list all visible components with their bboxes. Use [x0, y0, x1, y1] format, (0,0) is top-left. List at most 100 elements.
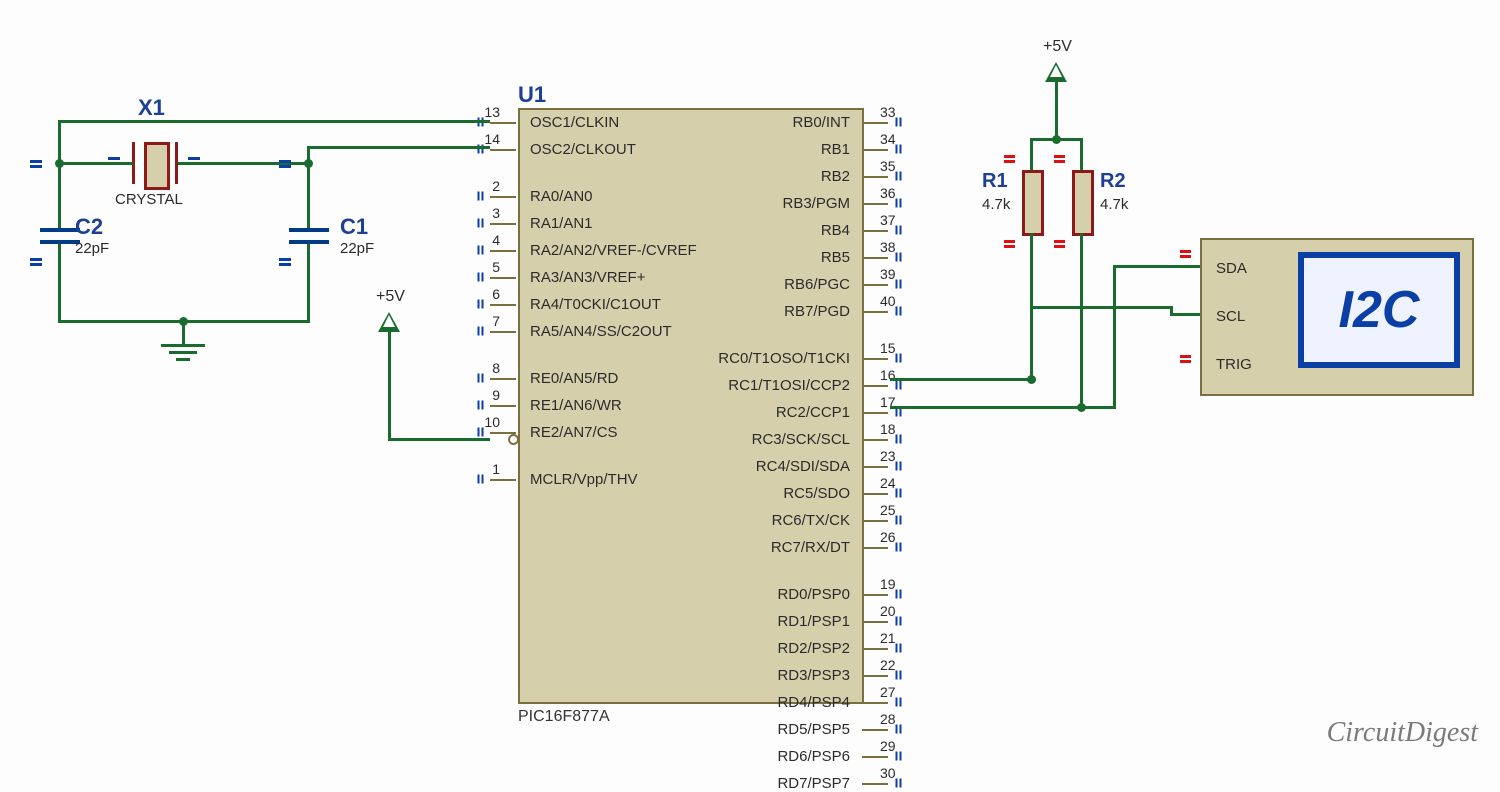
pin-label: RD3/PSP3	[650, 667, 850, 684]
pin-number: 3	[470, 205, 500, 221]
pin-stub	[862, 648, 888, 650]
pin-number: 25	[880, 502, 896, 518]
pin-stub	[862, 520, 888, 522]
schematic-canvas: U1 PIC16F877A 13OSC1/CLKIN14OSC2/CLKOUT2…	[0, 0, 1500, 759]
pin-number: 28	[880, 711, 896, 727]
pin-number: 5	[470, 259, 500, 275]
wire	[1113, 265, 1200, 268]
i2c-pin-scl: SCL	[1216, 308, 1245, 325]
pin-stub	[862, 621, 888, 623]
cap-c1-plate-top	[289, 228, 329, 232]
pin-stub	[862, 756, 888, 758]
pin-label: RA1/AN1	[530, 215, 593, 232]
pin-stub	[490, 223, 516, 225]
pin-label: RA4/T0CKI/C1OUT	[530, 296, 661, 313]
c1-value: 22pF	[340, 240, 374, 257]
pin-number: 34	[880, 131, 896, 147]
ground-symbol	[161, 344, 205, 361]
c2-value: 22pF	[75, 240, 109, 257]
pin-number: 37	[880, 212, 896, 228]
pin-stub	[862, 230, 888, 232]
junction-node	[55, 159, 64, 168]
wire	[58, 120, 61, 164]
pin-number: 27	[880, 684, 896, 700]
r1-val: 4.7k	[982, 196, 1010, 213]
pin-label: RB6/PGC	[650, 276, 850, 293]
pin-stub	[490, 250, 516, 252]
pin-label: RE0/AN5/RD	[530, 370, 618, 387]
ic-part-number: PIC16F877A	[518, 708, 610, 726]
ic-ref-label: U1	[518, 82, 546, 108]
crystal-ref: X1	[138, 95, 165, 121]
pin-label: RC6/TX/CK	[650, 512, 850, 529]
crystal-body	[144, 142, 170, 190]
pin-stub	[490, 122, 516, 124]
crystal-value: CRYSTAL	[115, 191, 183, 208]
power-arrow-icon	[378, 312, 400, 332]
i2c-module: SDA SCL TRIG I2C	[1200, 238, 1474, 396]
wire	[58, 162, 61, 228]
watermark: CircuitDigest	[1327, 717, 1478, 749]
pin-number: 21	[880, 630, 896, 646]
pin-stub	[862, 385, 888, 387]
power-5v-label-2: +5V	[1043, 38, 1072, 56]
pin-label: RD2/PSP2	[650, 640, 850, 657]
i2c-display: I2C	[1298, 252, 1460, 368]
pin-number: 15	[880, 340, 896, 356]
wire	[1080, 406, 1116, 409]
pin-label: RD1/PSP1	[650, 613, 850, 630]
pin-stub	[862, 284, 888, 286]
pin-label: RC3/SCK/SCL	[650, 431, 850, 448]
pin-stub	[862, 358, 888, 360]
pin-label: OSC1/CLKIN	[530, 114, 619, 131]
pin-label: RD7/PSP7	[650, 775, 850, 792]
pin-stub	[490, 277, 516, 279]
wire	[1113, 265, 1116, 409]
pin-label: RB5	[650, 249, 850, 266]
pin-stub	[862, 675, 888, 677]
pin-stub	[490, 378, 516, 380]
inversion-bubble-icon	[508, 434, 519, 445]
power-5v-label: +5V	[376, 288, 405, 306]
pin-stub	[490, 479, 516, 481]
wire-osc1	[58, 120, 490, 123]
pin-label: RB0/INT	[650, 114, 850, 131]
pin-number: 26	[880, 529, 896, 545]
resistor-r2	[1072, 170, 1094, 236]
wire-sda	[890, 406, 1083, 409]
wire	[1055, 80, 1058, 141]
pin-number: 22	[880, 657, 896, 673]
resistor-r1	[1022, 170, 1044, 236]
pin-stub	[862, 783, 888, 785]
wire	[1080, 233, 1083, 409]
pin-stub	[862, 203, 888, 205]
pin-stub	[490, 331, 516, 333]
pin-number: 2	[470, 178, 500, 194]
r2-val: 4.7k	[1100, 196, 1128, 213]
junction-node	[304, 159, 313, 168]
pin-number: 19	[880, 576, 896, 592]
pin-label: RC2/CCP1	[650, 404, 850, 421]
pin-number: 6	[470, 286, 500, 302]
pin-stub	[490, 196, 516, 198]
wire	[1030, 138, 1033, 170]
pin-number: 39	[880, 266, 896, 282]
pin-label: RE1/AN6/WR	[530, 397, 622, 414]
cap-c2-plate-top	[40, 228, 80, 232]
pin-label: RC7/RX/DT	[650, 539, 850, 556]
pin-number: 10	[470, 414, 500, 430]
junction-node	[179, 317, 188, 326]
i2c-pin-sda: SDA	[1216, 260, 1247, 277]
pin-number: 7	[470, 313, 500, 329]
pin-label: RA3/AN3/VREF+	[530, 269, 645, 286]
junction-node	[1052, 135, 1061, 144]
pin-label: RB3/PGM	[650, 195, 850, 212]
pin-label: RA0/AN0	[530, 188, 593, 205]
r1-ref: R1	[982, 170, 1008, 193]
pin-number: 13	[470, 104, 500, 120]
pin-number: 4	[470, 232, 500, 248]
pin-number: 38	[880, 239, 896, 255]
pin-stub	[862, 547, 888, 549]
pin-stub	[490, 304, 516, 306]
pin-number: 14	[470, 131, 500, 147]
